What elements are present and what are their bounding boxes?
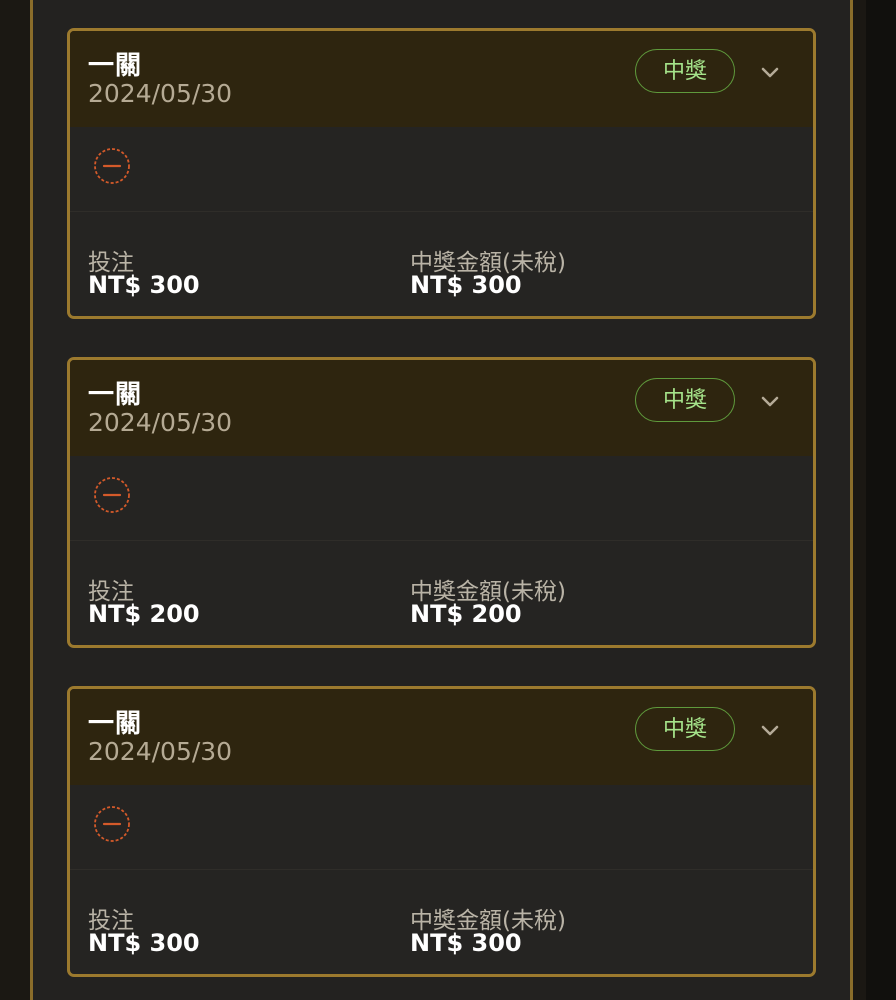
chevron-down-icon[interactable] bbox=[758, 61, 782, 85]
bet-card[interactable]: 一關 2024/05/30 中獎 投注 NT$ 300 中獎金額(未稅) NT$… bbox=[67, 28, 816, 319]
bet-selection-row bbox=[70, 785, 813, 869]
chevron-down-icon[interactable] bbox=[758, 390, 782, 414]
bet-card-header[interactable]: 一關 2024/05/30 中獎 bbox=[70, 31, 813, 127]
bet-card-date: 2024/05/30 bbox=[88, 79, 233, 108]
divider bbox=[70, 869, 813, 870]
prize-amount-value: NT$ 300 bbox=[410, 929, 522, 957]
bet-card-title: 一關 bbox=[88, 51, 143, 81]
bet-card-header[interactable]: 一關 2024/05/30 中獎 bbox=[70, 689, 813, 785]
bet-card[interactable]: 一關 2024/05/30 中獎 投注 NT$ 300 中獎金額(未稅) NT$… bbox=[67, 686, 816, 977]
bet-selection-row bbox=[70, 456, 813, 540]
status-badge: 中獎 bbox=[635, 707, 735, 751]
bet-card-header[interactable]: 一關 2024/05/30 中獎 bbox=[70, 360, 813, 456]
minus-circle-icon bbox=[93, 476, 131, 514]
status-badge: 中獎 bbox=[635, 49, 735, 93]
bet-card[interactable]: 一關 2024/05/30 中獎 投注 NT$ 200 中獎金額(未稅) NT$… bbox=[67, 357, 816, 648]
bet-amount-value: NT$ 300 bbox=[88, 271, 200, 299]
left-gutter bbox=[0, 0, 30, 1000]
divider bbox=[70, 540, 813, 541]
divider bbox=[70, 211, 813, 212]
bet-amount-value: NT$ 300 bbox=[88, 929, 200, 957]
right-edge-strip bbox=[866, 0, 896, 1000]
status-badge: 中獎 bbox=[635, 378, 735, 422]
bet-card-title: 一關 bbox=[88, 380, 143, 410]
chevron-down-icon[interactable] bbox=[758, 719, 782, 743]
bet-amount-value: NT$ 200 bbox=[88, 600, 200, 628]
bet-card-date: 2024/05/30 bbox=[88, 408, 233, 437]
bet-selection-row bbox=[70, 127, 813, 211]
bet-card-title: 一關 bbox=[88, 709, 143, 739]
minus-circle-icon bbox=[93, 147, 131, 185]
minus-circle-icon bbox=[93, 805, 131, 843]
bet-card-date: 2024/05/30 bbox=[88, 737, 233, 766]
prize-amount-value: NT$ 300 bbox=[410, 271, 522, 299]
bet-history-page: 一關 2024/05/30 中獎 投注 NT$ 300 中獎金額(未稅) NT$… bbox=[0, 0, 896, 1000]
prize-amount-value: NT$ 200 bbox=[410, 600, 522, 628]
